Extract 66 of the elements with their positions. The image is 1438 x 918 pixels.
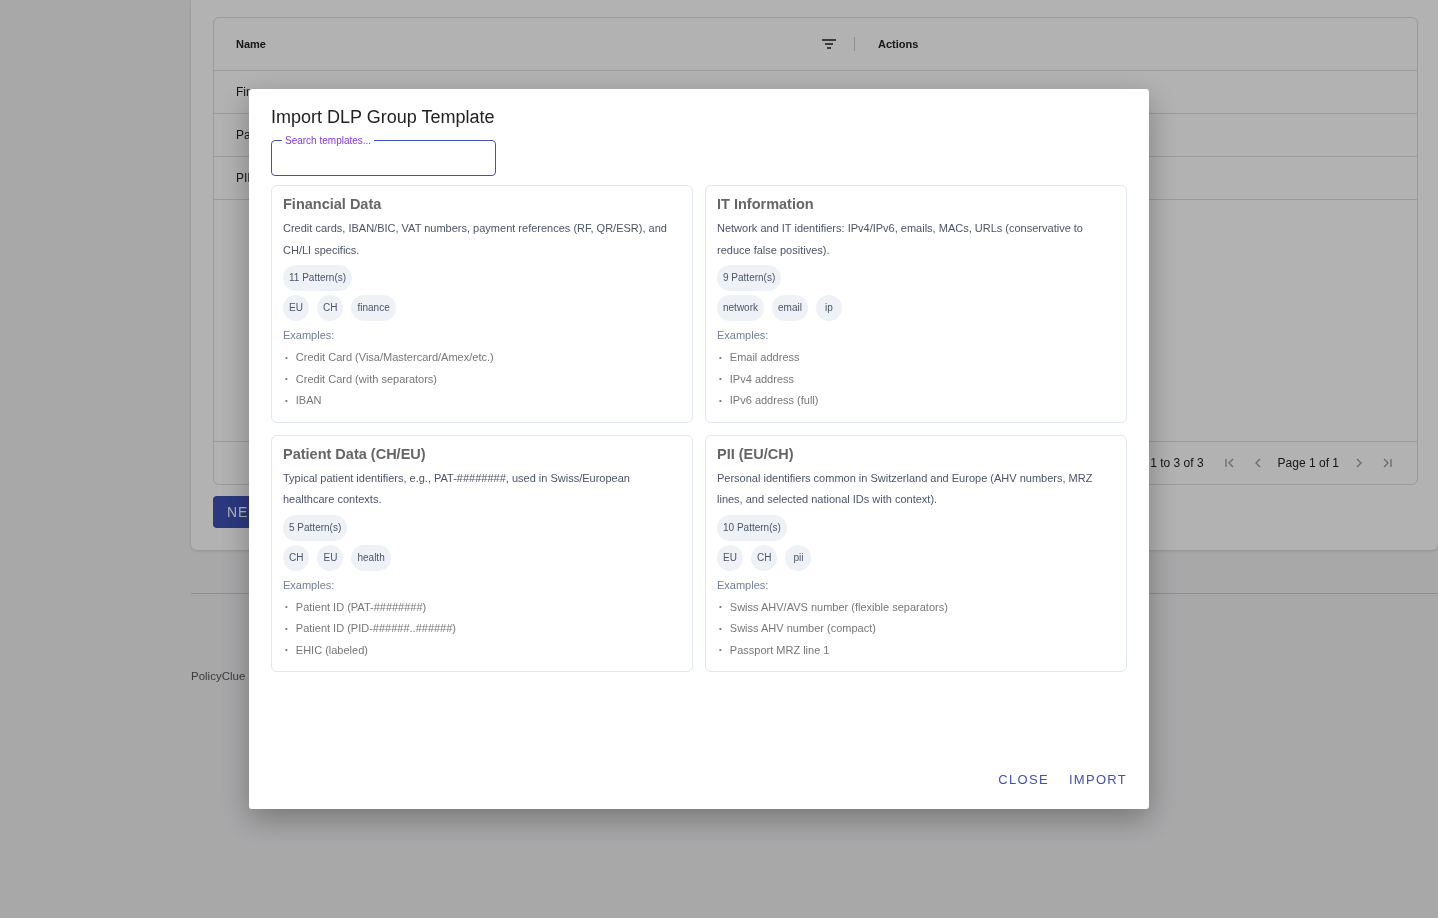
pattern-count-chip: 11 Pattern(s) xyxy=(283,265,353,291)
tag-chip: finance xyxy=(351,295,396,321)
example-item: IBAN xyxy=(295,393,322,408)
template-card[interactable] xyxy=(705,434,1127,672)
card-title: PII (EU/CH) xyxy=(717,445,795,462)
tag-chip: EU xyxy=(717,544,743,571)
list-bullet: • xyxy=(719,622,722,635)
list-bullet: • xyxy=(719,644,722,657)
example-item: Swiss AHV number (compact) xyxy=(729,621,876,636)
card-title: Financial Data xyxy=(283,196,383,212)
tag-chip: CH xyxy=(751,544,778,571)
card-description: Credit cards, IBAN/BIC, VAT numbers, payment references (RF, QR/ESR), and CH/LI specifics. xyxy=(283,221,668,258)
card-description: Typical patient identifiers, e.g., PAT-########, used in Swiss/European healthcare contexts. xyxy=(283,470,631,507)
footer-text: PolicyClue xyxy=(191,670,246,682)
example-item: Email address xyxy=(729,350,800,365)
column-header[interactable]: Name xyxy=(236,38,822,50)
filter-icon[interactable] xyxy=(822,38,836,50)
examples-label: Examples: xyxy=(283,578,336,591)
example-item: Passport MRZ line 1 xyxy=(729,642,830,658)
list-bullet: • xyxy=(285,644,288,657)
tag-chip: network xyxy=(717,295,764,321)
list-bullet: • xyxy=(285,373,288,386)
dialog-button[interactable]: CLOSE xyxy=(990,766,1057,793)
tag-chip: CH xyxy=(317,295,344,321)
template-card[interactable] xyxy=(271,185,693,423)
examples-label: Examples: xyxy=(717,329,770,341)
example-item: Patient ID (PAT-########) xyxy=(295,599,427,615)
row-count: 1 to 3 of 3 xyxy=(1150,456,1204,470)
dialog-button[interactable]: IMPORT xyxy=(1060,766,1135,793)
list-bullet: • xyxy=(285,601,288,614)
example-item: EHIC (labeled) xyxy=(295,642,368,658)
template-card[interactable] xyxy=(271,434,693,672)
card-title: IT Information xyxy=(717,196,815,212)
list-bullet: • xyxy=(719,394,722,407)
tag-chip: CH xyxy=(283,544,310,571)
examples-label: Examples: xyxy=(717,578,770,591)
column-header[interactable]: Actions xyxy=(878,38,919,50)
card-description: Personal identifiers common in Switzerland and Europe (AHV numbers, MRZ lines, and selected national IDs with context). xyxy=(717,470,1094,507)
list-bullet: • xyxy=(285,394,288,407)
example-item: Swiss AHV/AVS number (flexible separators) xyxy=(729,599,948,615)
examples-label: Examples: xyxy=(283,329,336,341)
example-item: Credit Card (Visa/Mastercard/Amex/etc.) xyxy=(295,350,494,365)
tag-chip: health xyxy=(351,544,391,571)
table-cell-text: PII xyxy=(236,171,252,185)
tag-chip: pii xyxy=(785,544,812,571)
example-item: Credit Card (with separators) xyxy=(295,371,438,387)
list-bullet: • xyxy=(719,351,722,364)
pattern-count-chip: 10 Pattern(s) xyxy=(717,514,787,541)
tag-chip: email xyxy=(772,295,808,321)
dialog-title: Import DLP Group Template xyxy=(271,107,496,128)
tag-chip: EU xyxy=(317,544,344,571)
list-bullet: • xyxy=(719,601,722,614)
example-item: IPv6 address (full) xyxy=(729,393,819,408)
tag-chip: ip xyxy=(815,295,842,321)
list-bullet: • xyxy=(285,622,288,635)
list-bullet: • xyxy=(285,351,288,364)
template-card[interactable] xyxy=(705,185,1127,423)
list-bullet: • xyxy=(719,373,722,386)
tag-chip: EU xyxy=(283,295,309,321)
example-item: IPv4 address xyxy=(729,371,794,387)
card-description: Network and IT identifiers: IPv4/IPv6, emails, MACs, URLs (conservative to reduce false positives). xyxy=(717,221,1084,258)
pattern-count-chip: 9 Pattern(s) xyxy=(717,265,782,291)
card-title: Patient Data (CH/EU) xyxy=(283,445,427,462)
pattern-count-chip: 5 Pattern(s) xyxy=(283,514,348,541)
page-indicator: Page 1 of 1 xyxy=(1277,456,1339,470)
example-item: Patient ID (PID-######..######) xyxy=(295,621,457,636)
